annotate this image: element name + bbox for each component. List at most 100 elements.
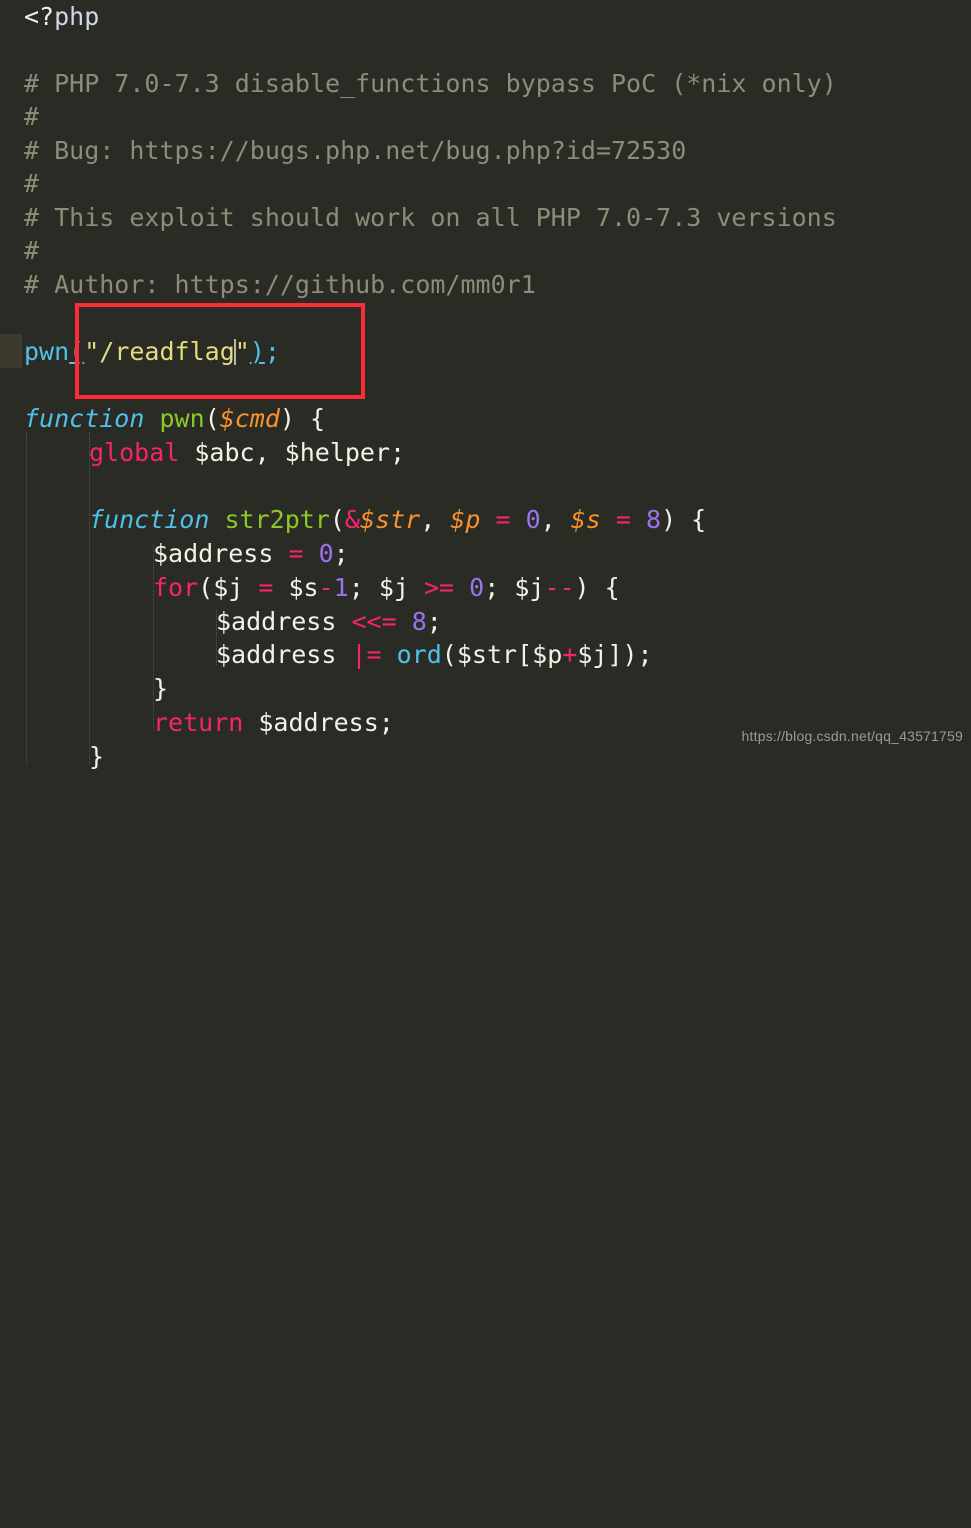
assign-operator: = <box>243 573 289 602</box>
decrement-operator: -- <box>544 573 575 602</box>
close-bracket: ] <box>607 640 623 669</box>
default-value-eight: 8 <box>646 505 662 534</box>
close-paren-highlight: ) <box>249 337 265 366</box>
number-one: 1 <box>333 573 349 602</box>
variable-address: $address <box>216 640 337 669</box>
open-paren: ( <box>198 573 214 602</box>
php-open-tag-angle: <? <box>24 2 55 31</box>
parameter-s: $s <box>570 505 601 534</box>
parameter-cmd: $cmd <box>219 404 280 433</box>
code-line-address-init[interactable]: $address = 0; <box>0 537 971 571</box>
comment-text: # Author: https://github.com/mm0r1 <box>24 270 536 299</box>
semicolon: ; <box>426 607 442 636</box>
default-value-zero: 0 <box>525 505 541 534</box>
for-keyword: for <box>153 573 199 602</box>
number-zero: 0 <box>318 539 334 568</box>
variable-j: $j <box>514 573 545 602</box>
number-eight: 8 <box>411 607 427 636</box>
code-line-function-str2ptr[interactable]: function str2ptr(&$str, $p = 0, $s = 8) … <box>0 503 971 537</box>
global-variables: $abc, $helper; <box>179 438 406 467</box>
code-text-area[interactable]: <?php # PHP 7.0-7.3 disable_functions by… <box>0 0 971 771</box>
comment-text: # This exploit should work on all PHP 7.… <box>24 203 837 232</box>
assign-operator: = <box>600 505 646 534</box>
code-line-comment-1[interactable]: # PHP 7.0-7.3 disable_functions bypass P… <box>0 67 971 101</box>
parameter-p: $p <box>450 505 481 534</box>
variable-s: $s <box>288 573 319 602</box>
string-open-quote: " <box>84 337 100 366</box>
code-line-for-loop[interactable]: for($j = $s-1; $j >= 0; $j--) { <box>0 571 971 605</box>
open-brace: { <box>294 404 326 433</box>
gte-operator: >= <box>408 573 470 602</box>
open-paren-highlight: ( <box>69 337 85 366</box>
ord-call: ord <box>396 640 442 669</box>
variable-j: $j <box>378 573 409 602</box>
semicolon: ; <box>264 337 280 366</box>
open-paren: ( <box>329 505 345 534</box>
code-line-shift-assign[interactable]: $address <<= 8; <box>0 605 971 639</box>
shift-assign-operator: <<= <box>336 607 412 636</box>
variable-j: $j <box>577 640 608 669</box>
function-keyword: function <box>89 505 210 534</box>
semicolon: ; <box>484 573 515 602</box>
code-line-close-for[interactable]: } <box>0 672 971 706</box>
code-line-global[interactable]: global $abc, $helper; <box>0 436 971 470</box>
code-line-close-function[interactable]: } <box>0 740 971 774</box>
number-zero: 0 <box>469 573 485 602</box>
variable-j: $j <box>213 573 244 602</box>
open-paren: ( <box>441 640 457 669</box>
function-name-pwn: pwn <box>159 404 205 433</box>
comment-text: # Bug: https://bugs.php.net/bug.php?id=7… <box>24 136 687 165</box>
close-brace: } <box>89 742 105 771</box>
code-line-or-assign[interactable]: $address |= ord($str[$p+$j]); <box>0 638 971 672</box>
open-brace: { <box>589 573 620 602</box>
code-line-pwn-call[interactable]: pwn("/readflag"); <box>0 335 971 369</box>
code-line-comment-2[interactable]: # <box>0 100 971 134</box>
php-open-tag-name: php <box>54 2 100 31</box>
parameter-str: $str <box>359 505 421 534</box>
or-assign-operator: |= <box>336 640 397 669</box>
close-paren: ) <box>279 404 295 433</box>
plus-operator: + <box>562 640 578 669</box>
close-brace: } <box>153 674 169 703</box>
variable-address: $address <box>153 539 274 568</box>
open-bracket: [ <box>517 640 533 669</box>
code-line-comment-6[interactable]: # <box>0 234 971 268</box>
minus-operator: - <box>318 573 334 602</box>
variable-address: $address <box>216 607 337 636</box>
comma: , <box>420 505 451 534</box>
open-brace: { <box>676 505 707 534</box>
comment-text: # <box>24 236 40 265</box>
function-keyword: function <box>24 404 145 433</box>
function-name-str2ptr: str2ptr <box>224 505 330 534</box>
comment-text: # <box>24 169 40 198</box>
string-literal-readflag: /readflag <box>99 337 235 366</box>
reference-ampersand: & <box>344 505 360 534</box>
code-line-comment-5[interactable]: # This exploit should work on all PHP 7.… <box>0 201 971 235</box>
open-paren: ( <box>204 404 220 433</box>
comment-text: # PHP 7.0-7.3 disable_functions bypass P… <box>24 69 837 98</box>
code-line-comment-7[interactable]: # Author: https://github.com/mm0r1 <box>0 268 971 302</box>
code-editor[interactable]: <?php # PHP 7.0-7.3 disable_functions by… <box>0 0 971 771</box>
code-line-comment-3[interactable]: # Bug: https://bugs.php.net/bug.php?id=7… <box>0 134 971 168</box>
semicolon: ; <box>333 539 349 568</box>
assign-operator: = <box>480 505 526 534</box>
variable-str: $str <box>456 640 518 669</box>
global-keyword: global <box>89 438 180 467</box>
variable-p: $p <box>532 640 563 669</box>
return-keyword: return <box>153 708 244 737</box>
watermark-text: https://blog.csdn.net/qq_43571759 <box>741 728 963 744</box>
code-line-open-tag[interactable]: <?php <box>0 0 971 34</box>
assign-operator: = <box>273 539 319 568</box>
close-paren: ) <box>661 505 677 534</box>
close-paren: ) <box>574 573 590 602</box>
code-line-function-pwn[interactable]: function pwn($cmd) { <box>0 402 971 436</box>
code-line-comment-4[interactable]: # <box>0 167 971 201</box>
return-value: $address; <box>243 708 394 737</box>
semicolon: ; <box>348 573 379 602</box>
comment-text: # <box>24 102 40 131</box>
string-close-quote: " <box>234 337 250 366</box>
comma: , <box>540 505 571 534</box>
semicolon: ; <box>637 640 653 669</box>
